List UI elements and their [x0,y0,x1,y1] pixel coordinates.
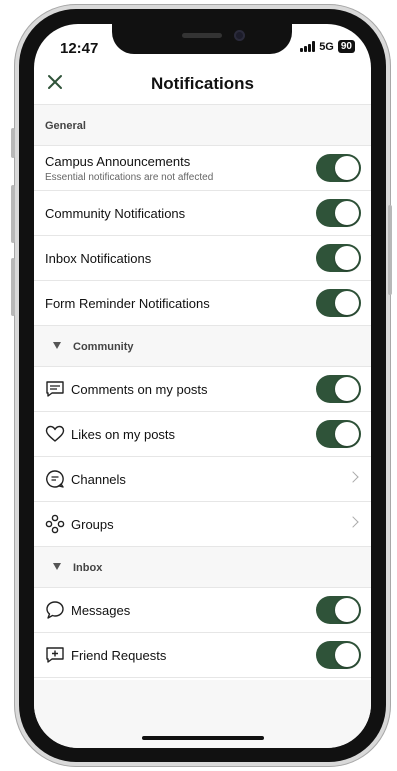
page-title: Notifications [151,74,254,93]
inbox-notifications-toggle[interactable] [316,244,361,272]
row-form-reminder: Form Reminder Notifications [34,281,371,326]
row-campus-announcements: Campus Announcements Essential notificat… [34,146,371,191]
signal-icon [300,41,316,52]
volume-up-button [11,185,15,243]
header: Notifications [34,60,371,105]
form-reminder-toggle[interactable] [316,289,361,317]
row-label: Community Notifications [45,206,186,221]
chevron-right-icon [347,471,359,483]
community-notifications-toggle[interactable] [316,199,361,227]
battery-icon: 90 [337,40,355,53]
collapse-triangle-icon [53,563,61,570]
messages-toggle[interactable] [316,596,361,624]
comments-toggle[interactable] [316,375,361,403]
network-label: 5G [319,40,334,53]
row-sublabel: Essential notifications are not affected [45,172,214,183]
section-general: General [34,105,371,146]
row-label: Groups [71,517,114,532]
friend-requests-toggle[interactable] [316,641,361,669]
row-channels[interactable]: Channels [34,457,371,502]
row-inbox-notifications: Inbox Notifications [34,236,371,281]
row-label: Form Reminder Notifications [45,296,210,311]
groups-icon [45,514,65,534]
row-label: Inbox Notifications [45,251,152,266]
section-label: Community [73,341,134,353]
volume-down-button [11,258,15,316]
row-comments: Comments on my posts [34,367,371,412]
settings-list: General Campus Announcements Essential n… [34,105,371,678]
row-label: Channels [71,472,126,487]
home-indicator[interactable] [142,736,264,740]
status-icons: 5G 90 [300,40,355,53]
row-friend-requests: Friend Requests [34,633,371,678]
section-inbox[interactable]: Inbox [34,547,371,588]
message-icon [46,601,64,619]
row-label: Comments on my posts [71,382,208,397]
row-label: Messages [71,603,131,618]
likes-toggle[interactable] [316,420,361,448]
power-button [388,205,392,295]
camera [234,30,245,41]
row-community-notifications: Community Notifications [34,191,371,236]
notch [112,24,292,54]
chevron-right-icon [347,516,359,528]
row-label: Likes on my posts [71,427,176,442]
heart-icon [45,425,65,442]
section-community[interactable]: Community [34,326,371,367]
channel-icon [46,470,64,488]
mute-switch [11,128,15,158]
comment-icon [46,381,64,397]
collapse-triangle-icon [53,342,61,349]
friend-request-icon [46,647,64,663]
screen: 12:47 5G 90 Notifications General Campus… [34,24,371,748]
row-messages: Messages [34,588,371,633]
section-label: Inbox [73,562,103,574]
speaker [182,33,222,38]
row-label: Friend Requests [71,648,167,663]
status-time: 12:47 [60,40,99,57]
campus-announcements-toggle[interactable] [316,154,361,182]
section-label: General [45,120,86,132]
row-likes: Likes on my posts [34,412,371,457]
row-groups[interactable]: Groups [34,502,371,547]
row-label: Campus Announcements [45,154,191,169]
